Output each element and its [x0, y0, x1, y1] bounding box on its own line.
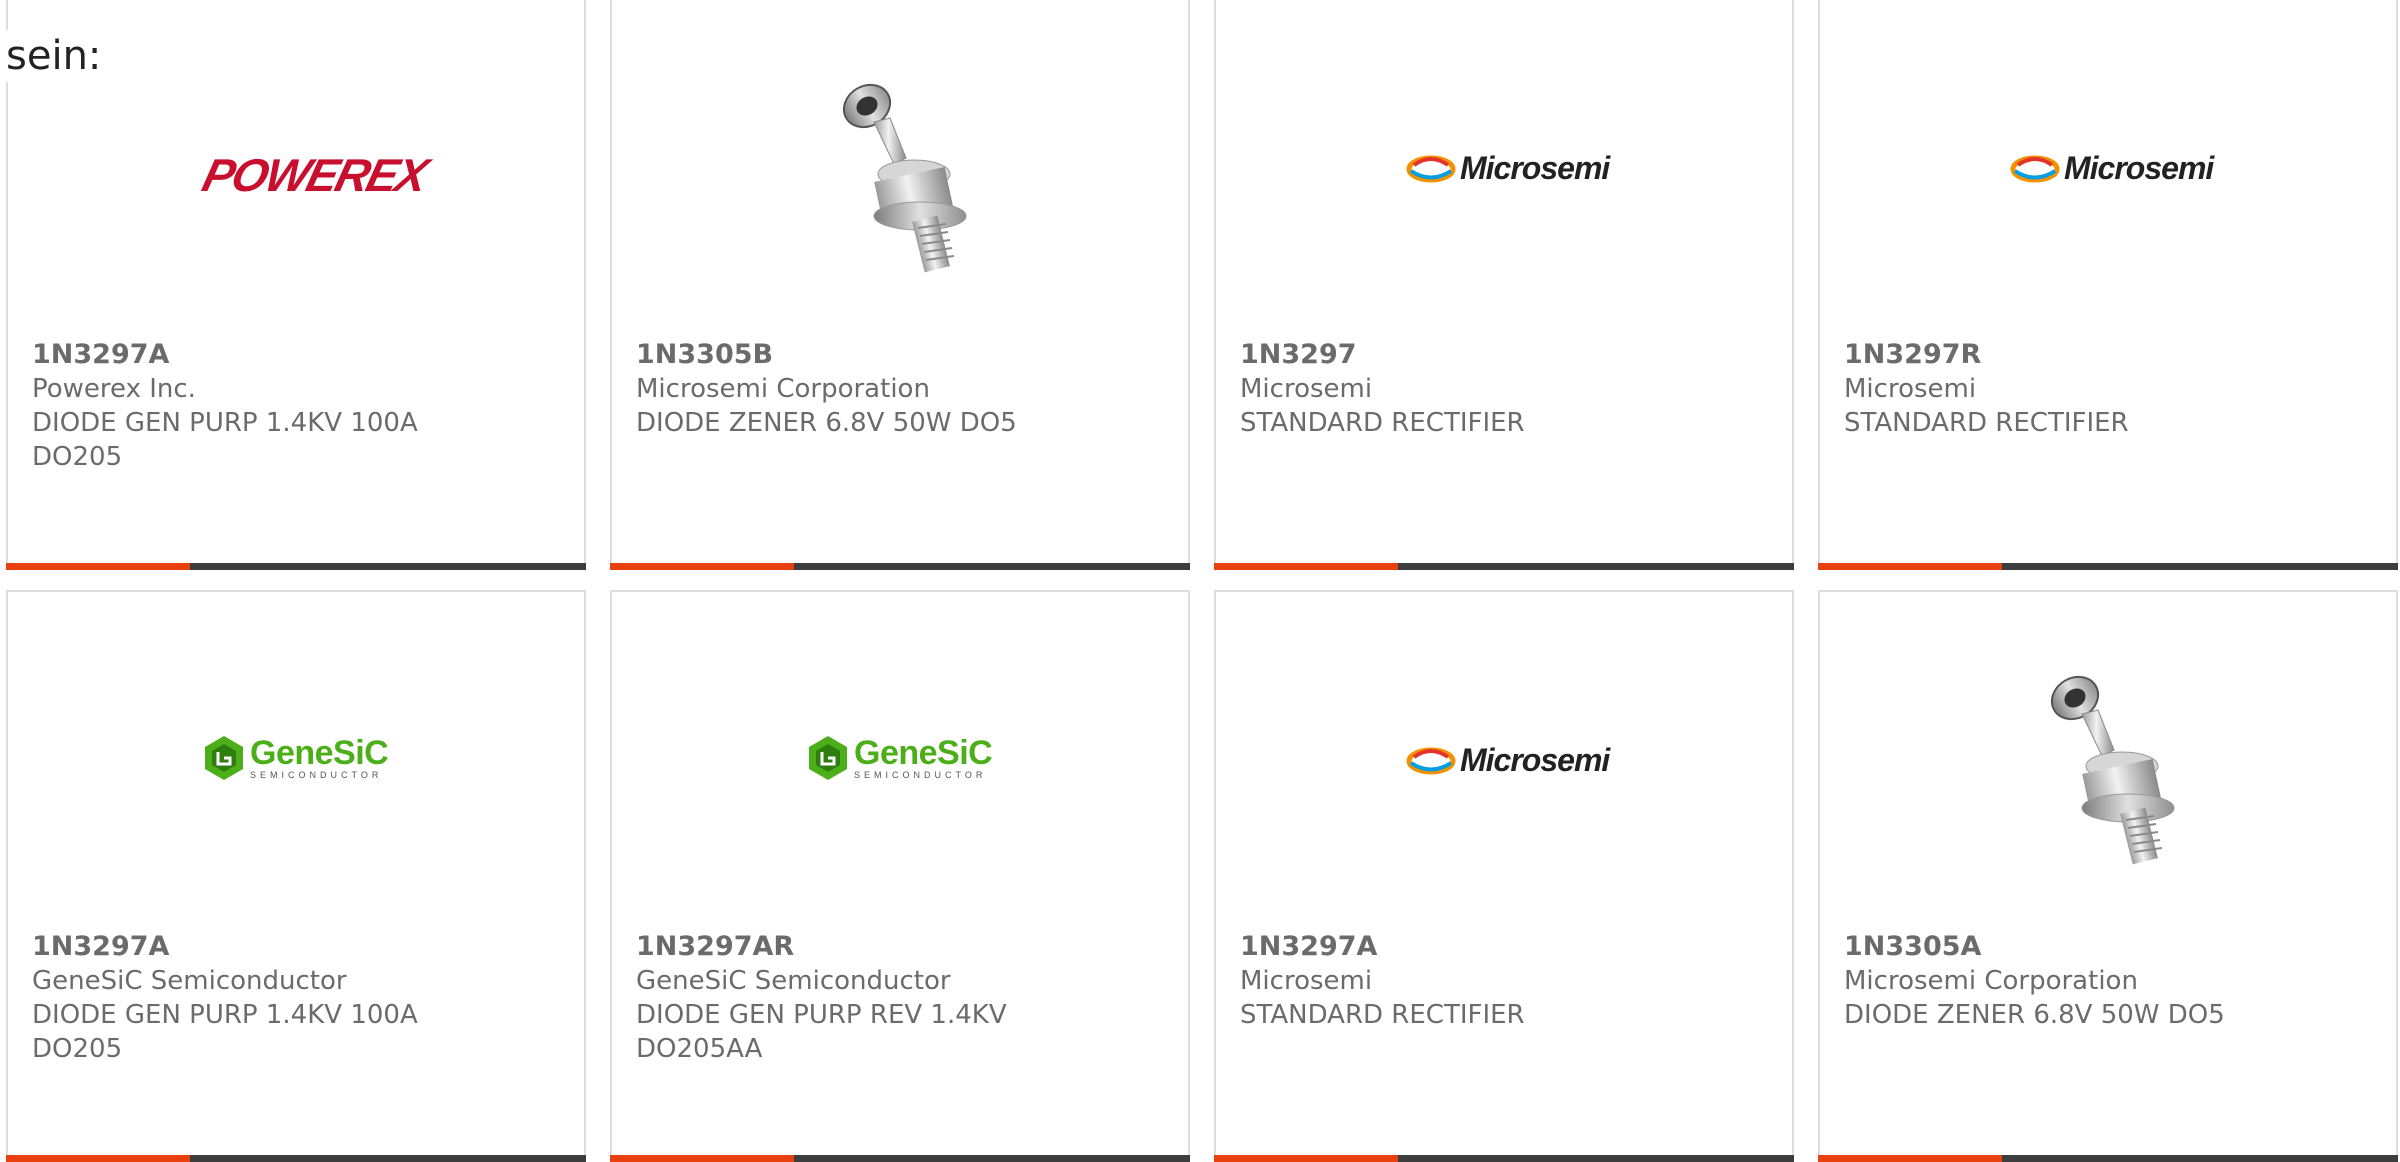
microsemi-wordmark: Microsemi	[1460, 742, 1610, 778]
description: DIODE ZENER 6.8V 50W DO5	[636, 408, 1017, 438]
product-card[interactable]: Microsemi 1N3297A Microsemi STANDARD REC…	[1214, 590, 1794, 1162]
description-cont: DO205	[32, 442, 123, 472]
part-number[interactable]: 1N3297A	[1240, 930, 1772, 964]
product-image[interactable]	[1820, 592, 2396, 932]
description: STANDARD RECTIFIER	[1844, 408, 2129, 438]
product-info: 1N3305A Microsemi Corporation DIODE ZENE…	[1844, 930, 2376, 1032]
product-info: 1N3297AR GeneSiC Semiconductor DIODE GEN…	[636, 930, 1168, 1066]
card-accent-bar	[6, 1155, 190, 1162]
card-accent-bar	[610, 1155, 794, 1162]
microsemi-logo: Microsemi	[1406, 150, 1610, 187]
product-image[interactable]: Microsemi	[1820, 0, 2396, 340]
intro-text: sein:	[6, 30, 102, 82]
product-image[interactable]: Microsemi	[1216, 592, 1792, 932]
genesic-subtext: SEMICONDUCTOR	[250, 770, 383, 780]
product-info: 1N3297A GeneSiC Semiconductor DIODE GEN …	[32, 930, 564, 1066]
part-number[interactable]: 1N3297	[1240, 338, 1772, 372]
card-footer-bar	[6, 1155, 586, 1162]
card-accent-bar	[1214, 563, 1398, 570]
product-image[interactable]: Microsemi	[1216, 0, 1792, 340]
manufacturer: Microsemi Corporation	[1844, 966, 2138, 996]
card-accent-bar	[610, 563, 794, 570]
product-info: 1N3305B Microsemi Corporation DIODE ZENE…	[636, 338, 1168, 440]
description: DIODE GEN PURP REV 1.4KV	[636, 1000, 1007, 1030]
product-card[interactable]: 1N3305A Microsemi Corporation DIODE ZENE…	[1818, 590, 2398, 1162]
genesic-hex-icon	[205, 736, 243, 780]
manufacturer: Microsemi	[1844, 374, 1977, 404]
card-footer-bar	[6, 563, 586, 570]
manufacturer: GeneSiC Semiconductor	[636, 966, 951, 996]
genesic-logo: GeneSiC SEMICONDUCTOR	[202, 734, 389, 782]
product-card[interactable]: GeneSiC SEMICONDUCTOR 1N3297AR GeneSiC S…	[610, 590, 1190, 1162]
part-number[interactable]: 1N3305B	[636, 338, 1168, 372]
manufacturer: Microsemi Corporation	[636, 374, 930, 404]
diode-photo	[842, 83, 967, 273]
genesic-logo: GeneSiC SEMICONDUCTOR	[806, 734, 993, 782]
product-card[interactable]: Microsemi 1N3297R Microsemi STANDARD REC…	[1818, 0, 2398, 570]
card-footer-bar	[610, 563, 1190, 570]
description: DIODE GEN PURP 1.4KV 100A	[32, 1000, 418, 1030]
product-card[interactable]: GeneSiC SEMICONDUCTOR 1N3297A GeneSiC Se…	[6, 590, 586, 1162]
powerex-logo: POWEREX	[197, 149, 432, 201]
genesic-wordmark: GeneSiC	[854, 734, 993, 772]
card-footer-bar	[1214, 563, 1794, 570]
genesic-subtext: SEMICONDUCTOR	[854, 770, 987, 780]
description: STANDARD RECTIFIER	[1240, 408, 1525, 438]
description: STANDARD RECTIFIER	[1240, 1000, 1525, 1030]
card-accent-bar	[6, 563, 190, 570]
product-image[interactable]: GeneSiC SEMICONDUCTOR	[8, 592, 584, 932]
product-info: 1N3297A Powerex Inc. DIODE GEN PURP 1.4K…	[32, 338, 564, 474]
manufacturer: GeneSiC Semiconductor	[32, 966, 347, 996]
product-info: 1N3297 Microsemi STANDARD RECTIFIER	[1240, 338, 1772, 440]
product-info: 1N3297A Microsemi STANDARD RECTIFIER	[1240, 930, 1772, 1032]
card-accent-bar	[1818, 563, 2002, 570]
microsemi-logo: Microsemi	[1406, 742, 1610, 779]
microsemi-wordmark: Microsemi	[2064, 150, 2214, 186]
manufacturer: Microsemi	[1240, 374, 1373, 404]
part-number[interactable]: 1N3297A	[32, 338, 564, 372]
product-image[interactable]	[612, 0, 1188, 340]
part-number[interactable]: 1N3305A	[1844, 930, 2376, 964]
product-card[interactable]: POWEREX 1N3297A Powerex Inc. DIODE GEN P…	[6, 0, 586, 570]
description: DIODE GEN PURP 1.4KV 100A	[32, 408, 418, 438]
manufacturer: Microsemi	[1240, 966, 1373, 996]
card-footer-bar	[1818, 563, 2398, 570]
product-info: 1N3297R Microsemi STANDARD RECTIFIER	[1844, 338, 2376, 440]
microsemi-ring-icon	[1406, 155, 1456, 182]
genesic-wordmark: GeneSiC	[250, 734, 389, 772]
product-image[interactable]: GeneSiC SEMICONDUCTOR	[612, 592, 1188, 932]
product-card[interactable]: Microsemi 1N3297 Microsemi STANDARD RECT…	[1214, 0, 1794, 570]
product-grid: POWEREX 1N3297A Powerex Inc. DIODE GEN P…	[0, 0, 2400, 1162]
manufacturer: Powerex Inc.	[32, 374, 196, 404]
microsemi-ring-icon	[1406, 747, 1456, 774]
part-number[interactable]: 1N3297A	[32, 930, 564, 964]
genesic-hex-icon	[809, 736, 847, 780]
microsemi-logo: Microsemi	[2010, 150, 2214, 187]
description-cont: DO205	[32, 1034, 123, 1064]
card-footer-bar	[1214, 1155, 1794, 1162]
product-card[interactable]: 1N3305B Microsemi Corporation DIODE ZENE…	[610, 0, 1190, 570]
description-cont: DO205AA	[636, 1034, 763, 1064]
card-accent-bar	[1214, 1155, 1398, 1162]
description: DIODE ZENER 6.8V 50W DO5	[1844, 1000, 2225, 1030]
microsemi-wordmark: Microsemi	[1460, 150, 1610, 186]
part-number[interactable]: 1N3297AR	[636, 930, 1168, 964]
part-number[interactable]: 1N3297R	[1844, 338, 2376, 372]
microsemi-ring-icon	[2010, 155, 2060, 182]
card-accent-bar	[1818, 1155, 2002, 1162]
diode-photo	[2050, 675, 2175, 865]
card-footer-bar	[1818, 1155, 2398, 1162]
card-footer-bar	[610, 1155, 1190, 1162]
